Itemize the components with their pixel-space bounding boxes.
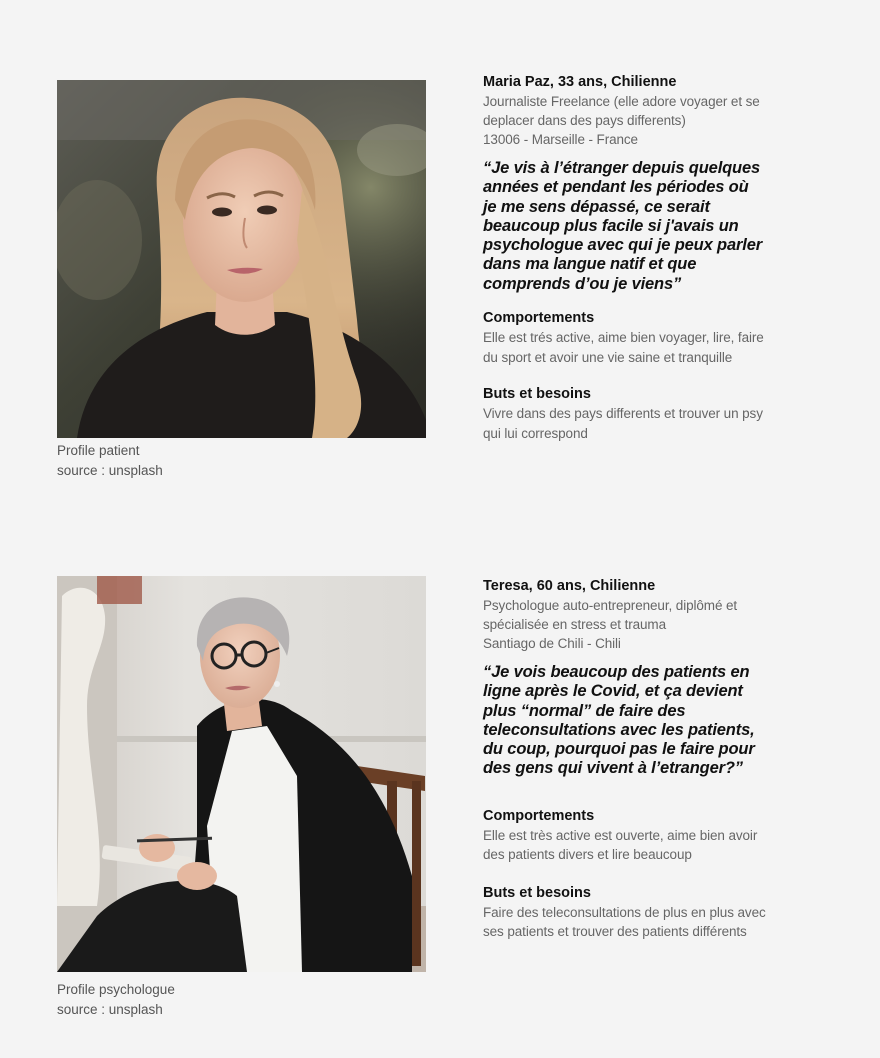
behaviors-heading: Comportements (483, 807, 595, 824)
psychologist-photo (57, 576, 426, 972)
goals-heading: Buts et besoins (483, 884, 591, 901)
behaviors-text: Elle est très active est ouverte, aime b… (483, 827, 758, 863)
persona-meta: Journaliste Freelance (elle adore voyage… (483, 92, 783, 149)
persona-location: Santiago de Chili - Chili (483, 636, 621, 651)
persona-occupation-line: Psychologue auto-entrepreneur, diplômé e… (483, 598, 738, 613)
psychologist-photo-caption: Profile psychologue source : unsplash (57, 980, 175, 1019)
patient-photo-caption: Profile patient source : unsplash (57, 441, 163, 480)
persona-name: Maria Paz, 33 ans, Chilienne (483, 74, 677, 90)
persona-name: Teresa, 60 ans, Chilienne (483, 578, 656, 594)
caption-source: source : unsplash (57, 462, 163, 478)
patient-info: Maria Paz, 33 ans, Chilienne Journaliste… (483, 73, 783, 443)
caption-source: source : unsplash (57, 1001, 163, 1017)
behaviors-text: Elle est trés active, aime bien voyager,… (483, 330, 764, 365)
persona-location: 13006 - Marseille - France (483, 132, 638, 147)
caption-label: Profile patient (57, 443, 140, 458)
psychologist-info: Teresa, 60 ans, Chilienne Psychologue au… (483, 577, 783, 942)
persona-occupation-line: deplacer dans des pays differents) (483, 113, 686, 128)
persona-card-psychologist: Profile psychologue source : unsplash Te… (0, 500, 880, 1058)
behaviors-heading: Comportements (483, 310, 595, 327)
goals-text: Vivre dans des pays differents et trouve… (483, 406, 763, 441)
persona-quote: “Je vois beaucoup des patients en ligne … (483, 663, 755, 778)
caption-label: Profile psychologue (57, 982, 175, 997)
persona-occupation-line: spécialisée en stress et trauma (483, 617, 666, 632)
goals-heading: Buts et besoins (483, 386, 591, 403)
persona-occupation-line: Journaliste Freelance (elle adore voyage… (483, 94, 760, 109)
goals-text: Faire des teleconsultations de plus en p… (483, 904, 766, 940)
patient-photo (57, 80, 426, 438)
persona-meta: Psychologue auto-entrepreneur, diplômé e… (483, 596, 783, 653)
persona-card-patient: Profile patient source : unsplash Maria … (0, 0, 880, 500)
persona-quote: “Je vis à l’étranger depuis quelques ann… (483, 159, 763, 293)
